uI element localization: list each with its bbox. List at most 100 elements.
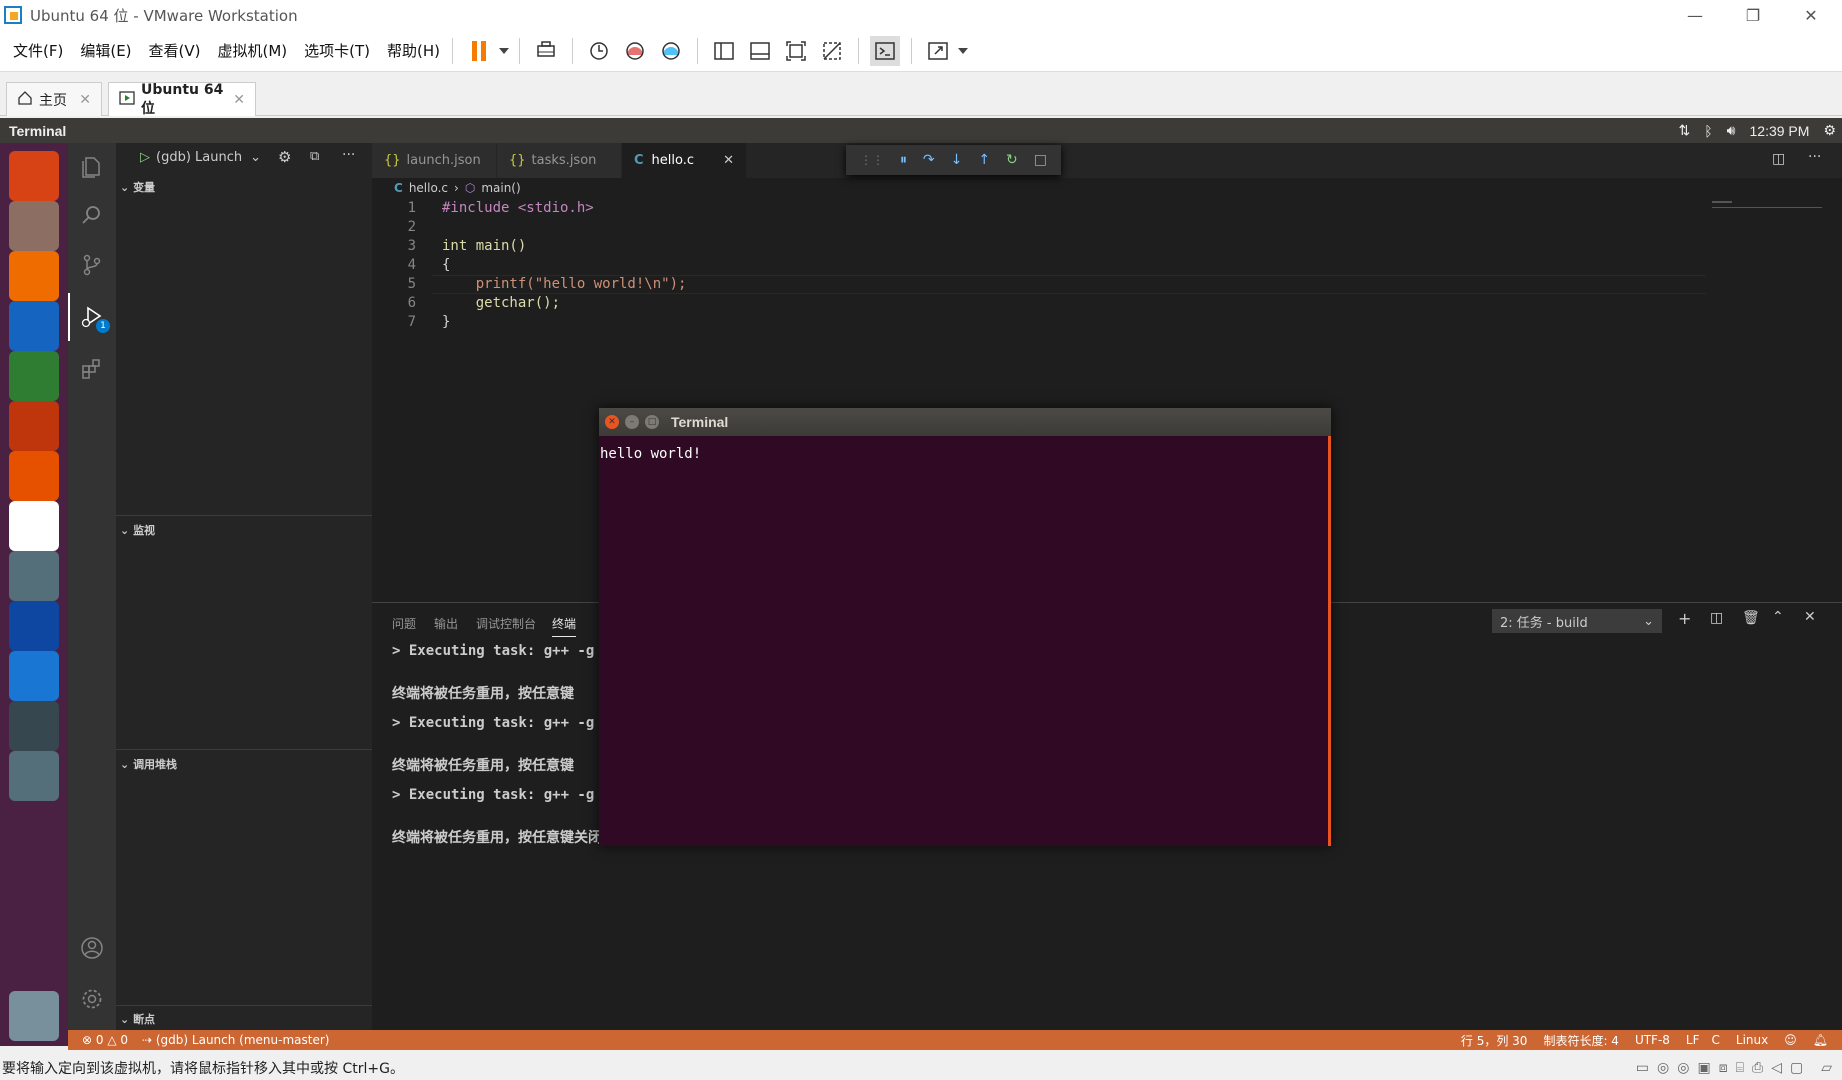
menu-tabs[interactable]: 选项卡(T) [304, 40, 370, 61]
tab-size[interactable]: 制表符长度: 4 [1543, 1032, 1619, 1049]
tab-ubuntu-vm[interactable]: Ubuntu 64 位 ✕ [108, 82, 256, 117]
snapshot-icon[interactable] [584, 36, 614, 66]
save-disk-icon[interactable] [9, 751, 59, 801]
settings-gear-icon[interactable] [78, 985, 106, 1013]
clock[interactable]: 12:39 PM [1750, 123, 1810, 139]
sound-icon[interactable]: ◁ [1771, 1060, 1782, 1076]
firefox-icon[interactable] [9, 251, 59, 301]
problems-count[interactable]: ⊗ 0 △ 0 [82, 1033, 128, 1047]
step-over-icon[interactable]: ↷ [923, 152, 935, 168]
trash-icon[interactable] [9, 991, 59, 1041]
explorer-icon[interactable] [78, 153, 106, 181]
more-actions-icon[interactable]: ··· [342, 147, 355, 163]
terminal-icon[interactable] [9, 701, 59, 751]
floating-terminal-window[interactable]: ✕ – □ Terminal hello world! [599, 408, 1331, 846]
terminal-select[interactable]: 2: 任务 - build ⌄ [1492, 609, 1662, 633]
encoding[interactable]: UTF-8 [1635, 1033, 1670, 1047]
network-icon[interactable]: ⇅ [1679, 122, 1691, 139]
split-editor-icon[interactable]: ◫ [1772, 151, 1785, 167]
close-icon[interactable]: ✕ [1804, 609, 1816, 625]
tab-tasks-json[interactable]: {} tasks.json [497, 143, 621, 178]
language-mode[interactable]: C [1712, 1033, 1720, 1047]
pause-icon[interactable] [464, 36, 494, 66]
source-control-icon[interactable] [78, 251, 106, 279]
snapshot-manager-icon[interactable] [656, 36, 686, 66]
tab-home[interactable]: 主页 ✕ [6, 82, 102, 116]
extensions-icon[interactable] [78, 355, 106, 383]
debug-config-select[interactable]: ▷ (gdb) Launch ⌄ [140, 150, 261, 165]
revert-snapshot-icon[interactable] [620, 36, 650, 66]
floppy-icon[interactable]: ▣ [1697, 1060, 1710, 1076]
pause-dropdown-icon[interactable] [497, 36, 511, 66]
section-watch[interactable]: ⌄ 监视 [120, 522, 155, 538]
panel-tab-output[interactable]: 输出 [434, 615, 458, 632]
menu-file[interactable]: 文件(F) [13, 40, 63, 61]
stop-icon[interactable]: □ [1034, 152, 1047, 168]
step-out-icon[interactable]: ↑ [978, 152, 990, 168]
volume-icon[interactable]: 🔊︎ [1727, 122, 1736, 139]
debug-status[interactable]: ⇢ (gdb) Launch (menu-master) [142, 1033, 329, 1047]
notification-bell-icon[interactable]: 🔔︎ [1813, 1033, 1828, 1047]
step-into-icon[interactable]: ↓ [951, 152, 963, 168]
tab-hello-c[interactable]: Chello.c ✕ [622, 143, 746, 178]
menu-vm[interactable]: 虚拟机(M) [218, 40, 288, 61]
maximize-panel-icon[interactable]: ⌃ [1772, 609, 1784, 625]
menu-help[interactable]: 帮助(H) [387, 40, 440, 61]
usb-icon[interactable]: ⌸ [1736, 1060, 1744, 1076]
drag-handle-icon[interactable]: ⋮⋮ [860, 153, 884, 167]
split-terminal-icon[interactable]: ◫ [1710, 610, 1723, 626]
panel-tab-debug-console[interactable]: 调试控制台 [476, 615, 536, 632]
console-view-icon[interactable] [870, 35, 901, 66]
start-debug-icon[interactable]: ▷ [140, 150, 150, 165]
restore-button[interactable]: ❐ [1724, 0, 1782, 30]
close-button[interactable]: ✕ [1782, 0, 1840, 30]
printer-icon[interactable]: ⎙ [1752, 1060, 1763, 1076]
os-mode[interactable]: Linux [1736, 1033, 1768, 1047]
software-center-icon[interactable] [9, 451, 59, 501]
stretch-dropdown-icon[interactable] [956, 36, 970, 66]
minimap[interactable] [1712, 199, 1824, 211]
open-launch-json-gear-icon[interactable]: ⚙ [278, 148, 291, 166]
code-editor[interactable]: 1 2 3 4 5 6 7 #include <stdio.h> int mai… [372, 199, 1712, 339]
breadcrumb-symbol[interactable]: main() [481, 181, 520, 195]
close-icon[interactable]: ✕ [723, 153, 734, 168]
section-callstack[interactable]: ⌄ 调用堆栈 [120, 756, 177, 772]
debug-console-icon[interactable]: ⧉ [310, 149, 319, 164]
message-log-icon[interactable]: ▱ [1821, 1060, 1832, 1076]
close-icon[interactable]: ✕ [605, 415, 619, 429]
terminal-titlebar[interactable]: ✕ – □ Terminal [599, 408, 1331, 436]
send-ctrl-alt-del-icon[interactable] [531, 36, 561, 66]
maximize-icon[interactable]: □ [645, 415, 659, 429]
ubuntu-dash-icon[interactable] [9, 151, 59, 201]
restart-icon[interactable]: ↻ [1006, 152, 1018, 168]
hdd-icon[interactable]: ▭ [1636, 1060, 1649, 1076]
thumbnail-view-icon[interactable] [745, 36, 775, 66]
bluetooth-icon[interactable]: ᛒ [1704, 123, 1712, 139]
files-icon[interactable] [9, 201, 59, 251]
vscode-insiders-icon[interactable] [9, 651, 59, 701]
sidebar-view-icon[interactable] [709, 36, 739, 66]
minimize-button[interactable]: — [1666, 0, 1724, 30]
vscode-icon[interactable] [9, 601, 59, 651]
minimize-icon[interactable]: – [625, 415, 639, 429]
tab-launch-json[interactable]: {} launch.json [372, 143, 496, 178]
cd-icon[interactable]: ◎ [1657, 1060, 1669, 1076]
network-adapter-icon[interactable]: ⧈ [1719, 1060, 1728, 1076]
close-icon[interactable]: ✕ [79, 92, 91, 108]
panel-tab-problems[interactable]: 问题 [392, 615, 416, 632]
run-debug-icon[interactable]: 1 [78, 303, 110, 333]
cursor-position[interactable]: 行 5，列 30 [1461, 1032, 1528, 1049]
display-icon[interactable]: ▢ [1790, 1060, 1803, 1076]
search-icon[interactable] [78, 201, 106, 229]
system-settings-icon[interactable] [9, 551, 59, 601]
section-variables[interactable]: ⌄ 变量 [120, 179, 155, 195]
more-actions-icon[interactable]: ··· [1808, 149, 1821, 165]
system-gear-icon[interactable]: ⚙ [1823, 122, 1836, 139]
breadcrumb-file[interactable]: hello.c [409, 181, 448, 195]
menu-edit[interactable]: 编辑(E) [80, 40, 131, 61]
cd-icon[interactable]: ◎ [1677, 1060, 1689, 1076]
impress-icon[interactable] [9, 401, 59, 451]
pause-debug-icon[interactable]: ⏸︎ [900, 152, 907, 168]
calc-icon[interactable] [9, 351, 59, 401]
trash-icon[interactable]: 🗑︎ [1742, 610, 1760, 626]
